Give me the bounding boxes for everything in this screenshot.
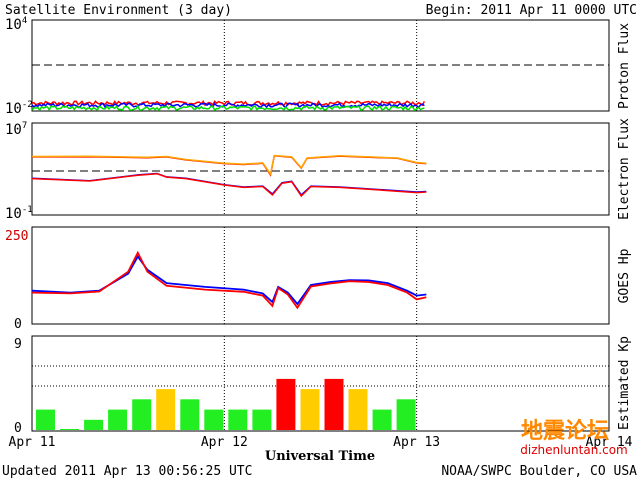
kp-bar <box>180 399 200 430</box>
proton-ytick-bottom: 10-2 <box>5 100 33 117</box>
kp-bar <box>84 419 104 430</box>
hp-ytick-bottom: 0 <box>14 317 22 332</box>
proton-ytick-top: 104 <box>5 16 27 33</box>
hp-ytick-top: 250 <box>5 229 28 244</box>
proton-ylabel: Proton Flux <box>617 23 632 109</box>
electron-ytick-bottom: 10-1 <box>5 205 33 222</box>
kp-bar <box>156 389 176 430</box>
kp-bar <box>228 409 248 430</box>
electron-panel <box>31 122 610 216</box>
kp-ylabel: Estimated Kp <box>617 336 632 430</box>
kp-bar <box>252 409 272 430</box>
watermark-logo-text: 地震论坛 <box>521 418 609 444</box>
x-tick-label: Apr 13 <box>393 435 440 450</box>
credit: NOAA/SWPC Boulder, CO USA <box>441 464 637 479</box>
x-tick-label: Apr 11 <box>9 435 56 450</box>
hp-ylabel: GOES Hp <box>617 248 632 303</box>
x-axis-label: Universal Time <box>265 449 375 464</box>
kp-bar <box>324 378 344 430</box>
kp-ytick-top: 9 <box>14 337 22 352</box>
x-tick-label: Apr 12 <box>201 435 248 450</box>
kp-bar <box>348 389 368 430</box>
watermark-url: dizhenluntan.com <box>520 443 628 457</box>
kp-ytick-bottom: 0 <box>14 421 22 436</box>
satellite-environment-chart: Satellite Environment (3 day) Begin: 201… <box>2 3 637 479</box>
begin-time: Begin: 2011 Apr 11 0000 UTC <box>426 3 637 18</box>
kp-bar <box>204 409 224 430</box>
kp-bar <box>300 389 320 430</box>
kp-bar <box>132 399 152 430</box>
kp-bar <box>396 399 416 430</box>
chart-title: Satellite Environment (3 day) <box>5 3 232 18</box>
kp-bar <box>108 409 128 430</box>
kp-bar <box>276 378 296 430</box>
kp-bar <box>36 409 55 430</box>
electron-ytick-top: 107 <box>5 121 27 138</box>
hp-panel <box>31 226 610 325</box>
kp-bar <box>60 429 79 430</box>
kp-bar <box>372 409 392 430</box>
updated-time: Updated 2011 Apr 13 00:56:25 UTC <box>2 464 252 479</box>
electron-ylabel: Electron Flux <box>617 118 632 220</box>
